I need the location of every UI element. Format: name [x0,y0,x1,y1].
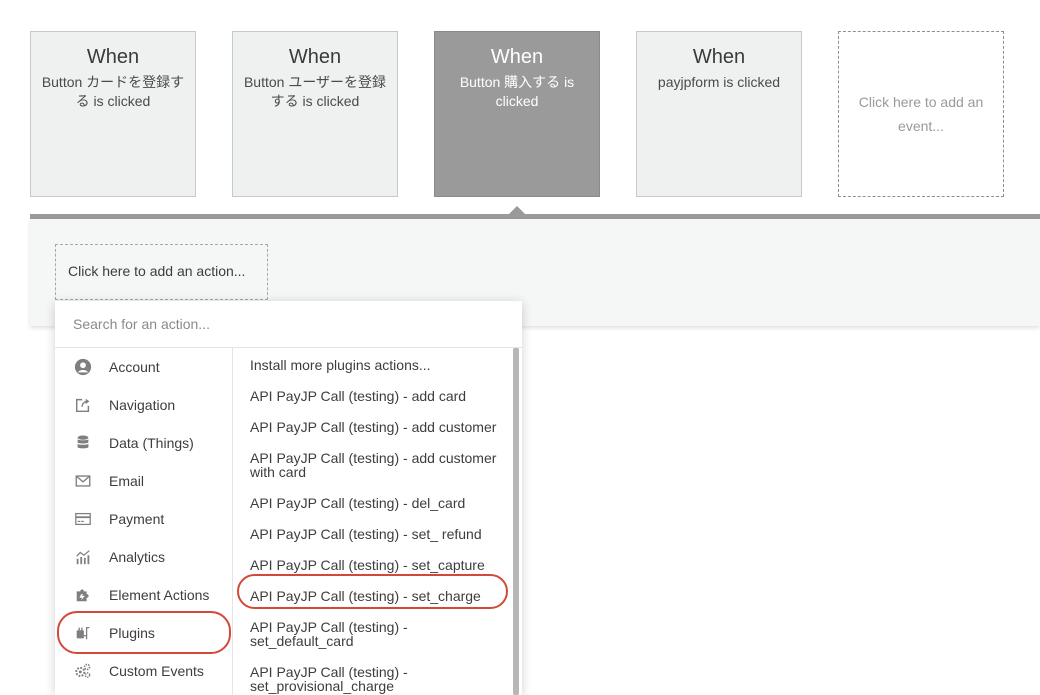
category-element-actions[interactable]: Element Actions [55,576,232,614]
action-picker-dropdown: Account Navigation Data (Things) Email P… [55,301,522,695]
analytics-icon [73,547,93,567]
event-card[interactable]: When Button ユーザーを登録する is clicked [232,31,398,197]
action-search-row [55,301,522,348]
action-label-continued: set_default_card [250,633,354,649]
action-list-scrollbar[interactable] [513,348,519,695]
action-item[interactable]: API PayJP Call (testing) - add card [250,389,508,403]
category-label: Email [109,473,145,489]
action-search-input[interactable] [73,313,493,335]
event-when-label: When [86,46,140,68]
add-event-label: Click here to add an event... [858,94,984,134]
action-item[interactable]: API PayJP Call (testing) - set_provisiona… [250,665,508,693]
scrollbar-thumb[interactable] [513,348,519,695]
category-label: Custom Events [109,663,204,679]
action-label: API PayJP Call (testing) - del_card [250,495,466,511]
action-item[interactable]: API PayJP Call (testing) - add customer w… [250,451,508,479]
add-event-button[interactable]: Click here to add an event... [838,31,1004,197]
category-label: Plugins [109,625,155,641]
plug-icon [73,623,93,643]
email-icon [73,471,93,491]
event-description: Button 購入する is clicked [459,74,575,109]
event-description: payjpform is clicked [657,74,781,90]
event-when-label: When [692,46,746,68]
category-email[interactable]: Email [55,462,232,500]
database-icon [73,433,93,453]
category-label: Account [109,359,160,375]
category-label: Data (Things) [109,435,194,451]
action-label: Install more plugins actions... [250,357,431,373]
event-card-selected[interactable]: When Button 購入する is clicked [434,31,600,197]
category-payment[interactable]: Payment [55,500,232,538]
event-description: Button カードを登録する is clicked [41,74,185,109]
action-item[interactable]: API PayJP Call (testing) - set_ refund [250,527,508,541]
category-label: Analytics [109,549,166,565]
gears-icon [73,661,93,681]
action-item[interactable]: API PayJP Call (testing) - set_default_ca… [250,620,508,648]
category-label: Navigation [109,397,176,413]
action-label: API PayJP Call (testing) - add card [250,388,467,404]
category-account[interactable]: Account [55,348,232,386]
action-label-continued: with card [250,464,307,480]
action-item[interactable]: API PayJP Call (testing) - del_card [250,496,508,510]
action-label-continued: set_provisional_charge [250,678,394,694]
event-card[interactable]: When Button カードを登録する is clicked [30,31,196,197]
action-label: API PayJP Call (testing) - set_ refund [250,526,482,542]
action-item[interactable]: API PayJP Call (testing) - set_capture [250,558,508,572]
action-item[interactable]: Install more plugins actions... [250,358,508,372]
category-navigation[interactable]: Navigation [55,386,232,424]
category-data[interactable]: Data (Things) [55,424,232,462]
action-item[interactable]: API PayJP Call (testing) - add customer [250,420,508,434]
action-list: Install more plugins actions... API PayJ… [233,348,509,695]
navigation-icon [73,395,93,415]
category-analytics[interactable]: Analytics [55,538,232,576]
category-custom-events[interactable]: Custom Events [55,652,232,690]
credit-card-icon [73,509,93,529]
action-label: API PayJP Call (testing) - set_charge [250,588,481,604]
puzzle-icon [73,585,93,605]
add-action-button[interactable]: Click here to add an action... [55,244,268,300]
event-description: Button ユーザーを登録する is clicked [243,74,387,109]
event-when-label: When [288,46,342,68]
category-label: Element Actions [109,587,210,603]
action-label: API PayJP Call (testing) - set_capture [250,557,485,573]
action-item-set-charge[interactable]: API PayJP Call (testing) - set_charge [250,589,508,603]
action-label: API PayJP Call (testing) - add customer [250,419,497,435]
category-plugins[interactable]: Plugins [55,614,232,652]
event-when-label: When [490,46,544,68]
event-card[interactable]: When payjpform is clicked [636,31,802,197]
category-list: Account Navigation Data (Things) Email P… [55,348,232,695]
account-icon [73,357,93,377]
category-label: Payment [109,511,165,527]
add-action-label: Click here to add an action... [68,263,246,279]
